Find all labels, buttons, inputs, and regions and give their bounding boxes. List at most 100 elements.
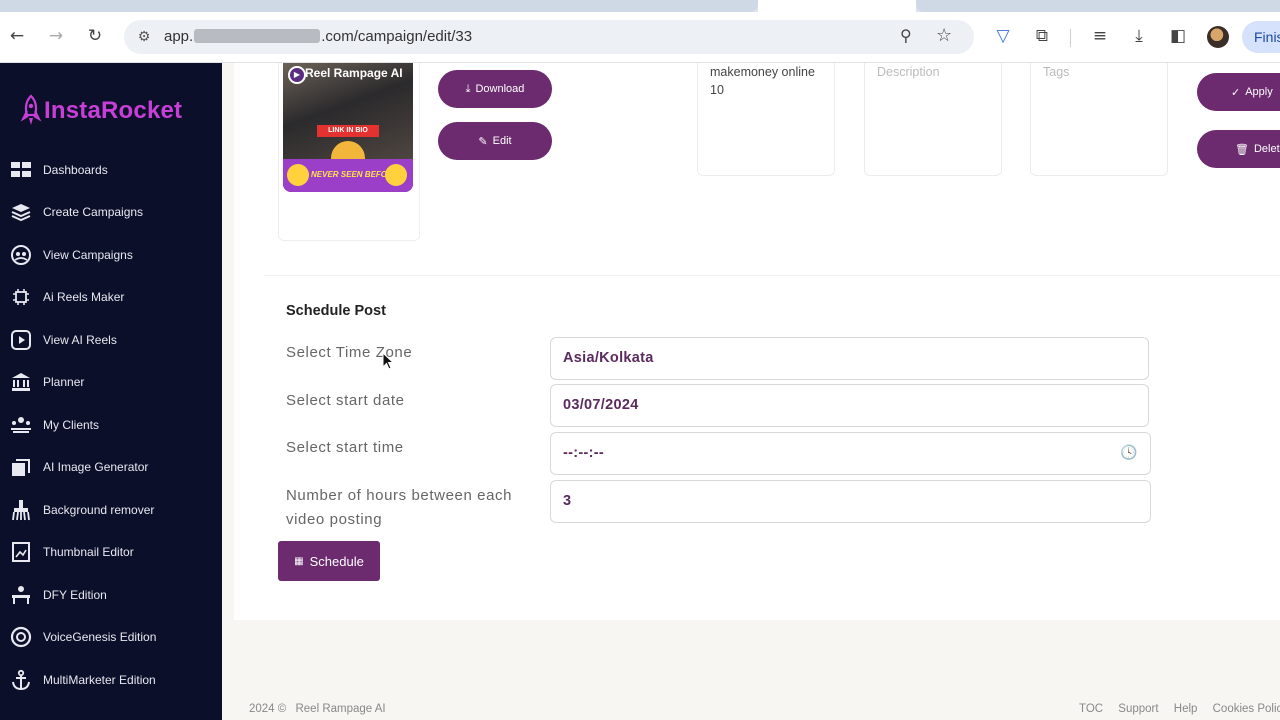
start-time-value: --:--:--: [563, 445, 605, 461]
thumbnail-banner-text: NEVER SEEN BEFORE: [311, 170, 399, 179]
site-settings-icon[interactable]: ⚙: [134, 26, 154, 48]
footer-brand-link[interactable]: Reel Rampage AI: [295, 703, 385, 715]
bookmark-star-icon[interactable]: ☆: [936, 25, 952, 46]
browser-toolbar: ← → ↻ ⚙ app. .com/campaign/edit/33 ⚲ ☆ ▽ …: [0, 12, 1280, 63]
finish-update-button[interactable]: Finis: [1242, 21, 1280, 53]
brand-name: InstaRocket: [44, 97, 183, 124]
download-label: Download: [475, 83, 525, 95]
sidebar-item-label: Create Campaigns: [43, 205, 144, 219]
back-icon[interactable]: ←: [6, 25, 28, 47]
sidebar-item-label: View Campaigns: [43, 248, 133, 262]
description-placeholder: Description: [877, 65, 940, 79]
main-content: ▶ Reel Rampage AI LINK IN BIO NEVER SEEN…: [222, 63, 1280, 720]
sidebar-item-my-clients[interactable]: My Clients: [0, 410, 222, 440]
clock-icon[interactable]: 🕓: [1120, 433, 1138, 474]
profile-avatar[interactable]: [1207, 26, 1229, 48]
side-panel-icon[interactable]: ◧: [1167, 25, 1189, 47]
download-button[interactable]: ⤓ Download: [438, 70, 552, 108]
browser-tab[interactable]: [916, 0, 1280, 12]
footer-link-cookies[interactable]: Cookies Polic: [1213, 703, 1280, 715]
bank-icon: [12, 373, 30, 391]
browser-tab-active[interactable]: [758, 0, 916, 12]
footer-link-help[interactable]: Help: [1174, 703, 1198, 715]
zoom-icon[interactable]: ⚲: [900, 26, 912, 45]
forward-icon[interactable]: →: [45, 25, 67, 47]
extension-vpn-icon[interactable]: ▽: [992, 25, 1014, 47]
hours-between-label: Number of hours between each video posti…: [286, 487, 513, 528]
delete-button[interactable]: 🗑 Delet: [1197, 130, 1280, 168]
url-redacted: [194, 29, 321, 43]
timezone-value: Asia/Kolkata: [563, 350, 654, 366]
caption-box[interactable]: makemoney online 10: [697, 63, 835, 176]
sidebar-item-label: DFY Edition: [43, 588, 107, 602]
sidebar-item-view-ai-reels[interactable]: View AI Reels: [0, 325, 222, 355]
sidebar-item-ai-reels-maker[interactable]: Ai Reels Maker: [0, 282, 222, 312]
sidebar-item-label: Planner: [43, 375, 85, 389]
download-icon: ⤓: [465, 82, 471, 95]
apply-label: Apply: [1245, 86, 1273, 98]
grid-icon: [11, 162, 31, 177]
start-date-value: 03/07/2024: [563, 397, 639, 413]
address-bar[interactable]: ⚙ app. .com/campaign/edit/33 ⚲ ☆: [124, 20, 974, 54]
sidebar-item-label: Dashboards: [43, 163, 108, 177]
sidebar-item-ai-image-generator[interactable]: AI Image Generator: [0, 452, 222, 482]
toolbar-divider: [1070, 29, 1071, 47]
sidebar-item-planner[interactable]: Planner: [0, 367, 222, 397]
download-icon[interactable]: ⤓: [1128, 25, 1150, 47]
sidebar-item-label: Thumbnail Editor: [43, 545, 134, 559]
footer-link-support[interactable]: Support: [1118, 703, 1158, 715]
start-time-input[interactable]: --:--:-- 🕓: [550, 432, 1151, 475]
sidebar-item-multimarketer-edition[interactable]: MultiMarketer Edition: [0, 665, 222, 695]
hours-between-input[interactable]: 3: [550, 480, 1151, 523]
sidebar-item-dashboards[interactable]: Dashboards: [0, 155, 222, 185]
sidebar-item-background-remover[interactable]: Background remover: [0, 495, 222, 525]
footer-copyright: 2024 ©: [249, 703, 287, 715]
sidebar-item-voicegenesis-edition[interactable]: VoiceGenesis Edition: [0, 622, 222, 652]
reel-thumbnail[interactable]: ▶ Reel Rampage AI LINK IN BIO NEVER SEEN…: [283, 63, 413, 192]
sidebar-item-label: MultiMarketer Edition: [43, 673, 156, 687]
url-prefix: app.: [164, 28, 194, 45]
brand-logo[interactable]: InstaRocket: [20, 93, 182, 129]
schedule-button-label: Schedule: [309, 553, 364, 569]
sidebar-item-label: Background remover: [43, 503, 155, 517]
sidebar: InstaRocket Dashboards Create Campaigns …: [0, 63, 222, 720]
rocket-icon: [20, 94, 42, 125]
anchor-icon: [12, 669, 30, 691]
reload-icon[interactable]: ↻: [84, 25, 106, 47]
timezone-select[interactable]: Asia/Kolkata: [550, 337, 1149, 380]
campaign-card: ▶ Reel Rampage AI LINK IN BIO NEVER SEEN…: [234, 63, 1280, 620]
section-divider: [264, 275, 1280, 276]
media-queue-icon[interactable]: ≡: [1089, 25, 1111, 47]
sidebar-item-create-campaigns[interactable]: Create Campaigns: [0, 197, 222, 227]
sidebar-item-view-campaigns[interactable]: View Campaigns: [0, 240, 222, 270]
tags-placeholder: Tags: [1043, 65, 1070, 79]
clients-icon: [11, 417, 31, 433]
layers-icon: [11, 204, 31, 222]
edit-icon: ✎: [478, 134, 488, 148]
apply-button[interactable]: ✓ Apply: [1197, 73, 1280, 111]
emoji-icon: [385, 164, 407, 186]
footer-links: TOC Support Help Cookies Polic: [1079, 703, 1280, 715]
url-text[interactable]: app. .com/campaign/edit/33: [164, 28, 472, 45]
voice-icon: [10, 626, 32, 648]
start-date-input[interactable]: 03/07/2024: [550, 384, 1149, 427]
footer: 2024 © Reel Rampage AI TOC Support Help …: [249, 703, 1280, 715]
tags-box[interactable]: Tags: [1030, 63, 1168, 176]
sidebar-item-thumbnail-editor[interactable]: Thumbnail Editor: [0, 537, 222, 567]
desk-icon: [12, 586, 30, 604]
extensions-puzzle-icon[interactable]: ⧉: [1031, 25, 1053, 47]
schedule-button[interactable]: ▦ Schedule: [278, 541, 380, 581]
brush-icon: [12, 500, 30, 521]
browser-tab[interactable]: [0, 0, 758, 12]
url-suffix: .com/campaign/edit/33: [321, 28, 473, 45]
description-box[interactable]: Description: [864, 63, 1002, 176]
edit-label: Edit: [492, 135, 512, 147]
users-circle-icon: [11, 245, 31, 265]
images-icon: [12, 459, 30, 476]
footer-link-toc[interactable]: TOC: [1079, 703, 1103, 715]
start-time-label: Select start time: [286, 439, 404, 456]
hours-between-value: 3: [563, 493, 572, 509]
edit-button[interactable]: ✎ Edit: [438, 122, 552, 160]
sidebar-item-dfy-edition[interactable]: DFY Edition: [0, 580, 222, 610]
thumbnail-icon: [12, 542, 30, 562]
